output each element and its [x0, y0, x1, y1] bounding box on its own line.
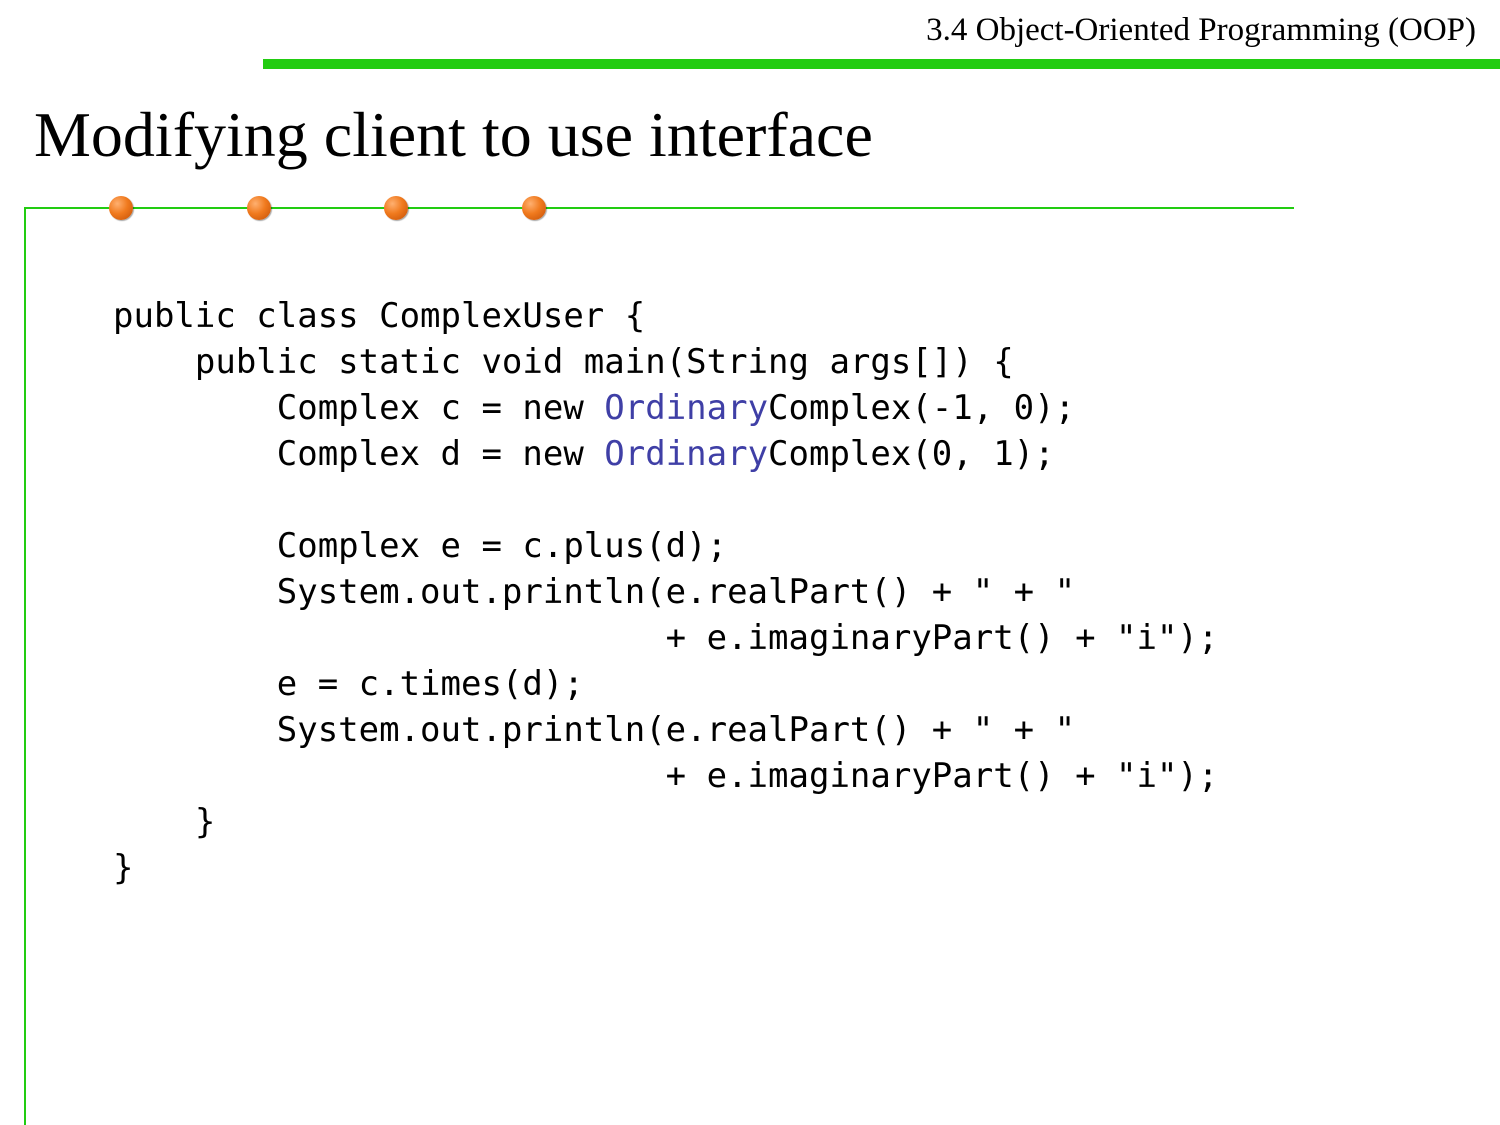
- slide-title: Modifying client to use interface: [34, 99, 873, 170]
- decorative-dot: [247, 196, 271, 220]
- code-line: Complex e = c.plus(d);: [113, 523, 1218, 569]
- code-line: + e.imaginaryPart() + "i");: [113, 615, 1219, 661]
- code-text: System.out.println(e.realPart() + " + ": [113, 710, 1076, 750]
- decorative-dot: [384, 196, 408, 220]
- code-line: public class ComplexUser {: [113, 293, 1218, 339]
- code-line: public static void main(String args[]) {: [113, 339, 1218, 385]
- frame-left-line: [24, 207, 26, 1125]
- code-text: Complex d = new: [113, 434, 605, 474]
- code-text: System.out.println(e.realPart() + " + ": [113, 572, 1076, 612]
- code-text: e = c.times(d);: [113, 664, 584, 704]
- code-text: public static void main(String args[]) {: [113, 342, 1014, 382]
- code-line: Complex c = new OrdinaryComplex(-1, 0);: [113, 385, 1218, 431]
- code-text: }: [113, 848, 134, 888]
- header-accent-bar: [263, 59, 1500, 69]
- code-line: }: [113, 799, 1218, 845]
- decorative-dot: [522, 196, 546, 220]
- code-text: Complex(0, 1);: [768, 434, 1055, 474]
- code-line: }: [113, 845, 1218, 891]
- code-block: public class ComplexUser { public static…: [113, 293, 1218, 891]
- code-line: System.out.println(e.realPart() + " + ": [113, 569, 1218, 615]
- decorative-dot: [109, 196, 133, 220]
- code-line: + e.imaginaryPart() + "i");: [113, 753, 1219, 799]
- code-text: public class ComplexUser {: [113, 296, 646, 336]
- code-line: e = c.times(d);: [113, 661, 1218, 707]
- header-section-label: 3.4 Object-Oriented Programming (OOP): [926, 12, 1476, 48]
- code-text: + e.imaginaryPart() + "i");: [113, 756, 1219, 796]
- code-line: Complex d = new OrdinaryComplex(0, 1);: [113, 431, 1218, 477]
- code-text: }: [113, 802, 216, 842]
- code-highlight: Ordinary: [604, 434, 769, 474]
- code-text: + e.imaginaryPart() + "i");: [113, 618, 1219, 658]
- code-text: Complex e = c.plus(d);: [113, 526, 728, 566]
- code-highlight: Ordinary: [604, 388, 769, 428]
- code-text: Complex c = new: [113, 388, 605, 428]
- code-line: System.out.println(e.realPart() + " + ": [113, 707, 1218, 753]
- frame-top-line: [24, 207, 1294, 209]
- code-text: Complex(-1, 0);: [768, 388, 1076, 428]
